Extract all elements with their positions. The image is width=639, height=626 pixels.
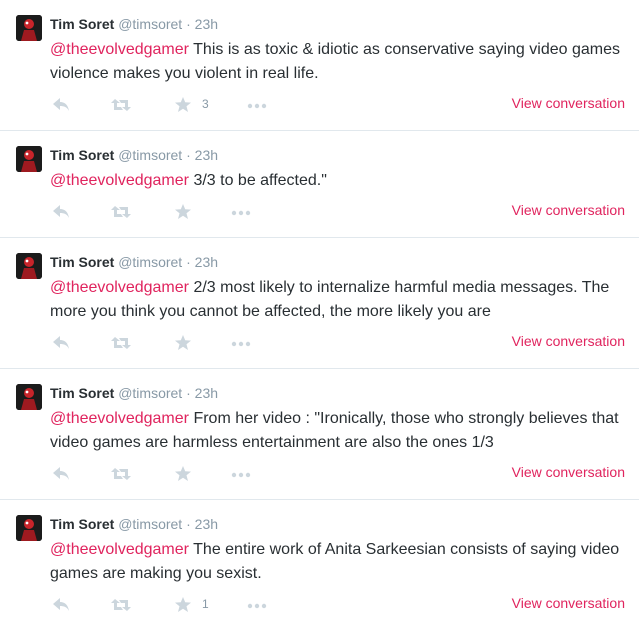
tweet-text: @theevolvedgamer This is as toxic & idio… bbox=[50, 38, 630, 86]
separator-dot: · bbox=[186, 254, 191, 270]
avatar[interactable] bbox=[16, 515, 42, 541]
retweet-icon[interactable] bbox=[110, 95, 132, 115]
mention-link[interactable]: @theevolvedgamer bbox=[50, 172, 189, 189]
timestamp[interactable]: 23h bbox=[195, 516, 218, 532]
avatar[interactable] bbox=[16, 146, 42, 172]
tweet-body: 3/3 to be affected." bbox=[193, 172, 327, 189]
avatar[interactable] bbox=[16, 15, 42, 41]
more-icon[interactable] bbox=[230, 464, 254, 484]
tweet: Tim Soret @timsoret · 23h @theevolvedgam… bbox=[0, 131, 639, 238]
author-handle[interactable]: @timsoret bbox=[118, 516, 182, 532]
more-icon[interactable] bbox=[230, 333, 254, 353]
retweet-icon[interactable] bbox=[110, 595, 132, 615]
mention-link[interactable]: @theevolvedgamer bbox=[50, 541, 189, 558]
tweet-text: @theevolvedgamer The entire work of Anit… bbox=[50, 538, 630, 586]
star-icon[interactable] bbox=[174, 95, 192, 115]
tweet-text: @theevolvedgamer 3/3 to be affected." bbox=[50, 169, 630, 193]
timestamp[interactable]: 23h bbox=[195, 147, 218, 163]
reply-icon[interactable] bbox=[52, 333, 70, 353]
tweet: Tim Soret @timsoret · 23h @theevolvedgam… bbox=[0, 0, 639, 131]
star-icon[interactable] bbox=[174, 464, 192, 484]
view-conversation-link[interactable]: View conversation bbox=[512, 463, 625, 481]
author-name[interactable]: Tim Soret bbox=[50, 16, 114, 32]
more-icon[interactable] bbox=[246, 595, 270, 615]
tweet: Tim Soret @timsoret · 23h @theevolvedgam… bbox=[0, 238, 639, 369]
tweet-header: Tim Soret @timsoret · 23h bbox=[50, 515, 218, 533]
more-icon[interactable] bbox=[246, 95, 270, 115]
tweet-header: Tim Soret @timsoret · 23h bbox=[50, 146, 218, 164]
author-handle[interactable]: @timsoret bbox=[118, 147, 182, 163]
mention-link[interactable]: @theevolvedgamer bbox=[50, 410, 189, 427]
separator-dot: · bbox=[186, 385, 191, 401]
mention-link[interactable]: @theevolvedgamer bbox=[50, 41, 189, 58]
separator-dot: · bbox=[186, 16, 191, 32]
author-name[interactable]: Tim Soret bbox=[50, 516, 114, 532]
view-conversation-link[interactable]: View conversation bbox=[512, 332, 625, 350]
reply-icon[interactable] bbox=[52, 95, 70, 115]
timestamp[interactable]: 23h bbox=[195, 254, 218, 270]
retweet-icon[interactable] bbox=[110, 333, 132, 353]
tweet: Tim Soret @timsoret · 23h @theevolvedgam… bbox=[0, 500, 639, 626]
retweet-icon[interactable] bbox=[110, 202, 132, 222]
tweet-header: Tim Soret @timsoret · 23h bbox=[50, 15, 218, 33]
author-handle[interactable]: @timsoret bbox=[118, 385, 182, 401]
star-icon[interactable] bbox=[174, 333, 192, 353]
author-name[interactable]: Tim Soret bbox=[50, 147, 114, 163]
author-name[interactable]: Tim Soret bbox=[50, 254, 114, 270]
more-icon[interactable] bbox=[230, 202, 254, 222]
author-handle[interactable]: @timsoret bbox=[118, 254, 182, 270]
favorite-count[interactable]: 3 bbox=[202, 97, 209, 111]
mention-link[interactable]: @theevolvedgamer bbox=[50, 279, 189, 296]
separator-dot: · bbox=[186, 147, 191, 163]
view-conversation-link[interactable]: View conversation bbox=[512, 594, 625, 612]
reply-icon[interactable] bbox=[52, 464, 70, 484]
reply-icon[interactable] bbox=[52, 595, 70, 615]
tweet-text: @theevolvedgamer 2/3 most likely to inte… bbox=[50, 276, 630, 324]
view-conversation-link[interactable]: View conversation bbox=[512, 94, 625, 112]
star-icon[interactable] bbox=[174, 202, 192, 222]
avatar[interactable] bbox=[16, 384, 42, 410]
view-conversation-link[interactable]: View conversation bbox=[512, 201, 625, 219]
retweet-icon[interactable] bbox=[110, 464, 132, 484]
favorite-count[interactable]: 1 bbox=[202, 597, 209, 611]
timestamp[interactable]: 23h bbox=[195, 16, 218, 32]
separator-dot: · bbox=[186, 516, 191, 532]
author-name[interactable]: Tim Soret bbox=[50, 385, 114, 401]
timestamp[interactable]: 23h bbox=[195, 385, 218, 401]
tweet-text: @theevolvedgamer From her video : "Ironi… bbox=[50, 407, 630, 455]
tweet: Tim Soret @timsoret · 23h @theevolvedgam… bbox=[0, 369, 639, 500]
tweet-feed: Tim Soret @timsoret · 23h @theevolvedgam… bbox=[0, 0, 639, 626]
star-icon[interactable] bbox=[174, 595, 192, 615]
tweet-header: Tim Soret @timsoret · 23h bbox=[50, 253, 218, 271]
author-handle[interactable]: @timsoret bbox=[118, 16, 182, 32]
tweet-header: Tim Soret @timsoret · 23h bbox=[50, 384, 218, 402]
avatar[interactable] bbox=[16, 253, 42, 279]
reply-icon[interactable] bbox=[52, 202, 70, 222]
